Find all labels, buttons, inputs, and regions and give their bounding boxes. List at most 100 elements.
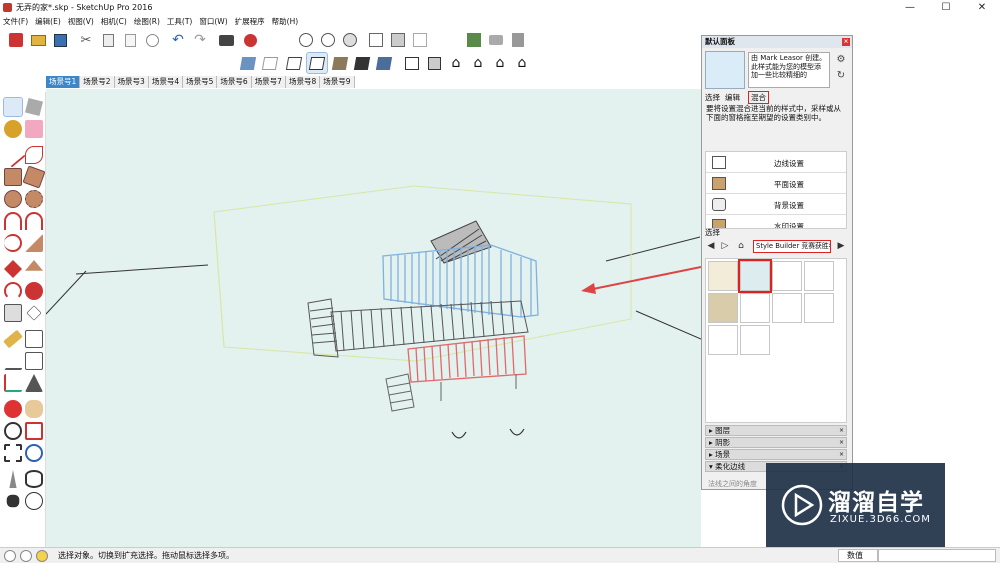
section-cut-icon[interactable] [410,30,430,50]
menu-edit[interactable]: 编辑(E) [32,16,65,27]
position-camera-icon[interactable] [9,470,17,488]
back-icon[interactable]: ◀ [705,240,717,252]
info-icon[interactable] [36,549,48,562]
menu-window[interactable]: 窗口(W) [196,16,231,27]
tab-select[interactable]: 选择 [705,92,725,103]
menu-draw[interactable]: 绘图(R) [131,16,164,27]
offset-icon[interactable] [26,305,42,321]
close-button[interactable]: ✕ [964,0,1000,15]
three-point-arc-icon[interactable] [4,234,22,252]
text-icon[interactable] [25,352,43,370]
paste-icon[interactable] [120,30,140,50]
details-icon[interactable]: ▶ [835,240,847,252]
shaded-icon[interactable] [340,30,360,50]
tab-mix[interactable]: 混合 [748,91,769,104]
line-icon[interactable] [0,142,26,168]
style-thumb[interactable] [708,293,738,323]
back-view-icon[interactable]: ⌂ [490,53,510,73]
style-thumb[interactable] [708,325,738,355]
style-thumb[interactable] [740,325,770,355]
back-edges-icon[interactable] [318,30,338,50]
back-edges-style-icon[interactable] [260,53,280,73]
close-icon[interactable]: × [839,438,844,447]
follow-me-icon[interactable] [25,282,43,300]
zoom-window-icon[interactable] [25,422,43,440]
x-ray-icon[interactable] [296,30,316,50]
redo-icon[interactable]: ↷ [190,30,210,50]
select-arrow-icon[interactable] [3,97,23,117]
tray-close-icon[interactable]: × [842,38,850,46]
warehouse-icon[interactable] [464,30,484,50]
pan-icon[interactable] [25,400,43,418]
menu-camera[interactable]: 相机(C) [98,16,131,27]
right-view-icon[interactable]: ⌂ [468,53,488,73]
zoom-extents-icon[interactable] [4,444,22,462]
paint-bucket-icon[interactable] [4,120,22,138]
erase-icon[interactable] [142,30,162,50]
forward-icon[interactable]: ▷ [719,240,731,252]
home-icon[interactable]: ⌂ [735,240,747,252]
style-thumb[interactable] [804,261,834,291]
extension-warehouse-icon[interactable] [508,30,528,50]
open-folder-icon[interactable] [28,30,48,50]
style-thumb-selected[interactable] [738,259,772,293]
share-model-icon[interactable] [486,30,506,50]
setting-face[interactable]: 平面设置 [706,173,846,194]
menu-tools[interactable]: 工具(T) [164,16,196,27]
undo-icon[interactable]: ↶ [168,30,188,50]
tape-measure-icon[interactable] [3,329,23,349]
style-thumb[interactable] [708,261,738,291]
credits-icon[interactable] [20,549,32,562]
zoom-icon[interactable] [4,422,22,440]
two-point-arc-icon[interactable] [25,212,43,230]
pie-icon[interactable] [25,234,43,252]
freehand-icon[interactable] [25,146,43,164]
xray-style-icon[interactable] [238,53,258,73]
print-icon[interactable] [216,30,236,50]
tab-scene-1[interactable]: 场景号1 [46,76,81,88]
previous-view-icon[interactable] [25,444,43,462]
measurements-input[interactable] [878,549,996,562]
menu-help[interactable]: 帮助(H) [269,16,303,27]
panel-scenes[interactable]: ▸ 场景 × [705,449,847,460]
style-thumb[interactable] [740,293,770,323]
dimension-icon[interactable] [25,330,43,348]
tab-scene-9[interactable]: 场景号9 [320,76,355,88]
shaded-style-icon[interactable] [330,53,350,73]
setting-background[interactable]: 背景设置 [706,194,846,215]
menu-view[interactable]: 视图(V) [65,16,98,27]
geo-location-icon[interactable] [4,549,16,562]
tab-scene-2[interactable]: 场景号2 [80,76,115,88]
move-icon[interactable] [4,260,22,278]
tab-edit[interactable]: 编辑 [725,92,745,103]
style-library-dropdown[interactable]: Style Builder 竞赛获胜者 [753,240,831,253]
maximize-button[interactable]: ☐ [928,0,964,15]
tab-scene-4[interactable]: 场景号4 [148,76,184,88]
tab-scene-5[interactable]: 场景号5 [183,76,218,88]
style-thumb[interactable] [804,293,834,323]
save-icon[interactable] [50,30,70,50]
front-view-icon[interactable]: ⌂ [446,53,466,73]
rotate-icon[interactable] [4,282,22,300]
panel-shadows[interactable]: ▸ 阴影 × [705,437,847,448]
axes-icon[interactable] [4,374,22,392]
cut-icon[interactable]: ✂ [76,30,96,50]
left-view-icon[interactable]: ⌂ [512,53,532,73]
circle-icon[interactable] [4,190,22,208]
wireframe-icon[interactable] [284,53,304,73]
tab-scene-7[interactable]: 场景号7 [251,76,286,88]
update-style-icon[interactable]: ↻ [835,70,847,82]
make-component-icon[interactable] [25,98,43,116]
section-plane-tool-icon[interactable] [25,492,43,510]
push-pull-icon[interactable] [25,260,43,271]
new-model-icon[interactable] [6,30,26,50]
hidden-line-icon[interactable] [306,52,328,74]
scale-icon[interactable] [4,304,22,322]
menu-file[interactable]: 文件(F) [0,16,32,27]
orbit-icon[interactable] [4,400,22,418]
menu-extensions[interactable]: 扩展程序 [232,16,269,27]
tab-scene-6[interactable]: 场景号6 [217,76,252,88]
setting-watermark[interactable]: 水印设置 [706,215,846,228]
style-thumb[interactable] [772,261,802,291]
drawing-viewport[interactable] [46,89,701,547]
